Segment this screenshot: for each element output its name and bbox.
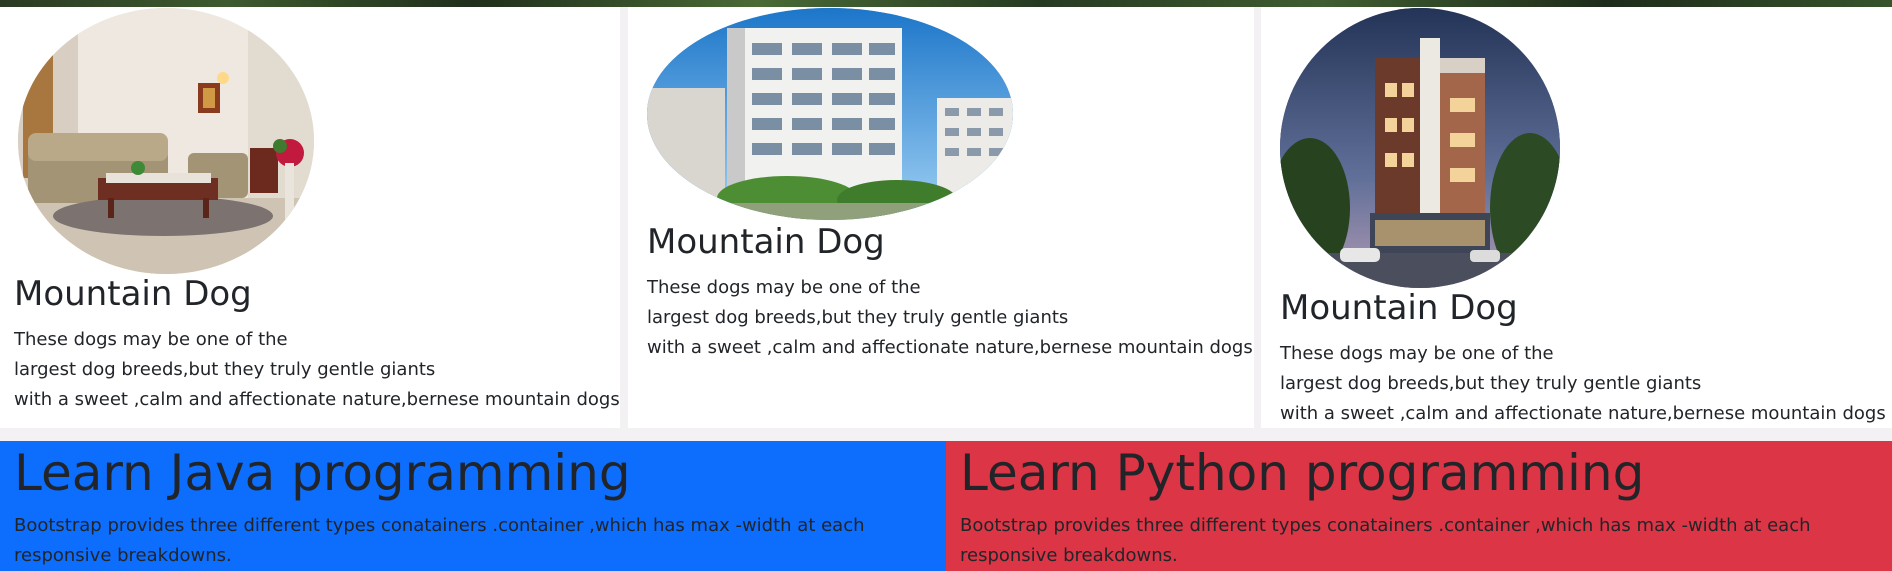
python-banner: Learn Python programming Bootstrap provi… [946, 441, 1892, 571]
modern-building-image [1280, 8, 1560, 288]
header-background-image-strip [0, 0, 1892, 7]
card-title: Mountain Dog [1280, 288, 1518, 328]
card-text-line: These dogs may be one of the [14, 329, 288, 350]
card-1: Mountain Dog These dogs may be one of th… [0, 7, 620, 428]
card-text-line: with a sweet ,calm and affectionate natu… [14, 389, 620, 410]
card-3: Mountain Dog These dogs may be one of th… [1261, 7, 1892, 428]
card-title: Mountain Dog [647, 222, 885, 262]
card-text-line: largest dog breeds,but they truly gentle… [647, 307, 1069, 328]
card-text-line: largest dog breeds,but they truly gentle… [1280, 373, 1702, 394]
card-text-line: These dogs may be one of the [647, 277, 921, 298]
banner-title: Learn Python programming [960, 444, 1645, 502]
living-room-image [18, 8, 314, 274]
banner-text: Bootstrap provides three different types… [960, 515, 1811, 566]
card-text-line: with a sweet ,calm and affectionate natu… [1280, 403, 1886, 424]
card-text-line: with a sweet ,calm and affectionate natu… [647, 337, 1253, 358]
card-2: Mountain Dog These dogs may be one of th… [628, 7, 1254, 428]
card-text-line: largest dog breeds,but they truly gentle… [14, 359, 436, 380]
java-banner: Learn Java programming Bootstrap provide… [0, 441, 946, 571]
card-text-line: These dogs may be one of the [1280, 343, 1554, 364]
banner-text: Bootstrap provides three different types… [14, 515, 865, 566]
card-title: Mountain Dog [14, 274, 252, 314]
apartment-building-image [647, 8, 1013, 220]
banner-title: Learn Java programming [14, 444, 631, 502]
